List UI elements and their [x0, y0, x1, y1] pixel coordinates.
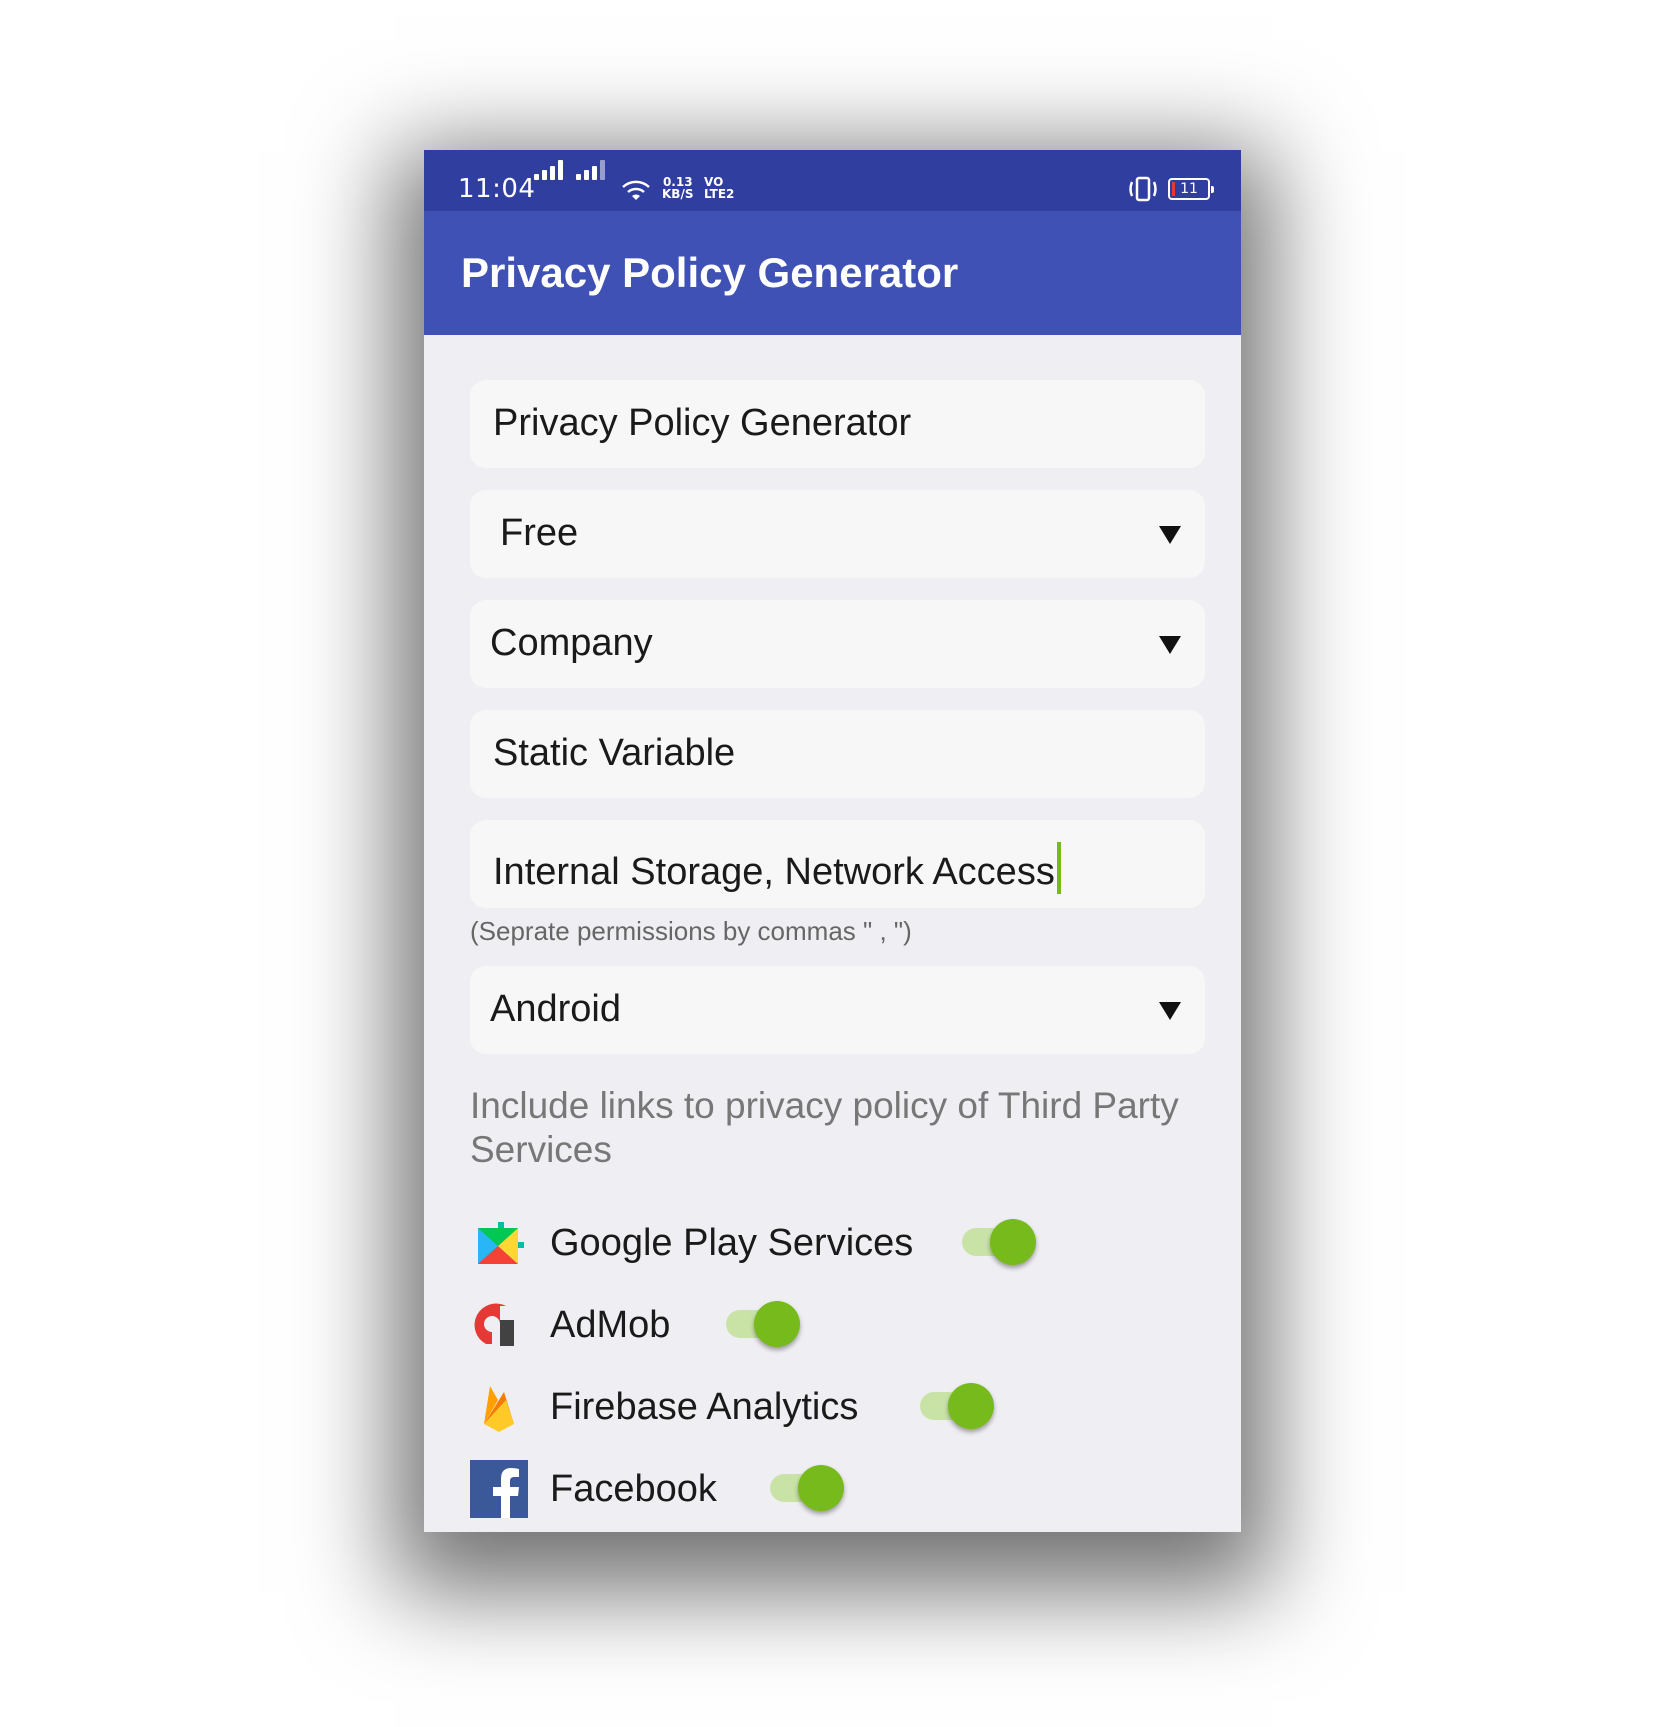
facebook-icon — [470, 1460, 528, 1518]
firebase-icon — [484, 1386, 514, 1432]
service-label: Google Play Services — [550, 1222, 914, 1264]
dropdown-arrow-icon — [1159, 526, 1181, 544]
phone-screen: 11:04 0.13 KB/S VO LTE2 11 Privacy Polic… — [424, 150, 1241, 1532]
toggle-knob — [948, 1383, 994, 1429]
admob-icon — [474, 1303, 514, 1346]
network-speed-unit: KB/S — [662, 187, 694, 201]
vibrate-icon — [1129, 176, 1157, 202]
service-label: AdMob — [550, 1304, 671, 1346]
app-type-selected: Free — [500, 512, 579, 554]
dropdown-arrow-icon — [1159, 636, 1181, 654]
facebook-toggle[interactable] — [770, 1462, 846, 1514]
toggle-knob — [990, 1219, 1036, 1265]
network-speed: 0.13 KB/S — [662, 176, 693, 200]
google-play-toggle[interactable] — [962, 1216, 1038, 1268]
owner-name-input[interactable]: Static Variable — [470, 710, 1205, 798]
permissions-value: Internal Storage, Network Access — [493, 851, 1055, 893]
toggle-knob — [798, 1465, 844, 1511]
permissions-helper-text: (Seprate permissions by commas " , ") — [470, 916, 912, 946]
platform-dropdown[interactable]: Android — [470, 966, 1205, 1054]
permissions-input[interactable]: Internal Storage, Network Access — [470, 820, 1205, 908]
owner-name-value: Static Variable — [493, 732, 736, 774]
permissions-value-wrap: Internal Storage, Network Access — [493, 842, 1061, 894]
app-bar: Privacy Policy Generator — [424, 211, 1241, 335]
battery-level: 11 — [1180, 181, 1198, 197]
app-type-dropdown[interactable]: Free — [470, 490, 1205, 578]
service-label: Firebase Analytics — [550, 1386, 859, 1428]
dropdown-arrow-icon — [1159, 1002, 1181, 1020]
wifi-icon — [622, 180, 650, 200]
toggle-knob — [754, 1301, 800, 1347]
firebase-toggle[interactable] — [920, 1380, 996, 1432]
service-row-admob: AdMob — [470, 1296, 810, 1356]
app-name-input[interactable]: Privacy Policy Generator — [470, 380, 1205, 468]
platform-selected: Android — [490, 988, 621, 1030]
third-party-section-label: Include links to privacy policy of Third… — [470, 1085, 1179, 1170]
app-title: Privacy Policy Generator — [461, 249, 959, 296]
volte-bottom: LTE2 — [704, 187, 735, 201]
app-name-value: Privacy Policy Generator — [493, 402, 912, 444]
owner-type-dropdown[interactable]: Company — [470, 600, 1205, 688]
status-time: 11:04 — [458, 174, 536, 204]
service-row-facebook: Facebook — [470, 1460, 870, 1520]
status-bar: 11:04 0.13 KB/S VO LTE2 11 — [424, 150, 1241, 211]
google-play-services-icon — [478, 1222, 524, 1264]
battery-icon: 11 — [1168, 178, 1214, 200]
text-cursor — [1056, 842, 1061, 894]
service-label: Facebook — [550, 1468, 717, 1510]
service-row-google-play: Google Play Services — [470, 1214, 1036, 1274]
owner-type-selected: Company — [490, 622, 653, 664]
service-row-firebase: Firebase Analytics — [470, 1378, 994, 1438]
admob-toggle[interactable] — [726, 1298, 802, 1350]
volte-indicator: VO LTE2 — [704, 176, 734, 200]
